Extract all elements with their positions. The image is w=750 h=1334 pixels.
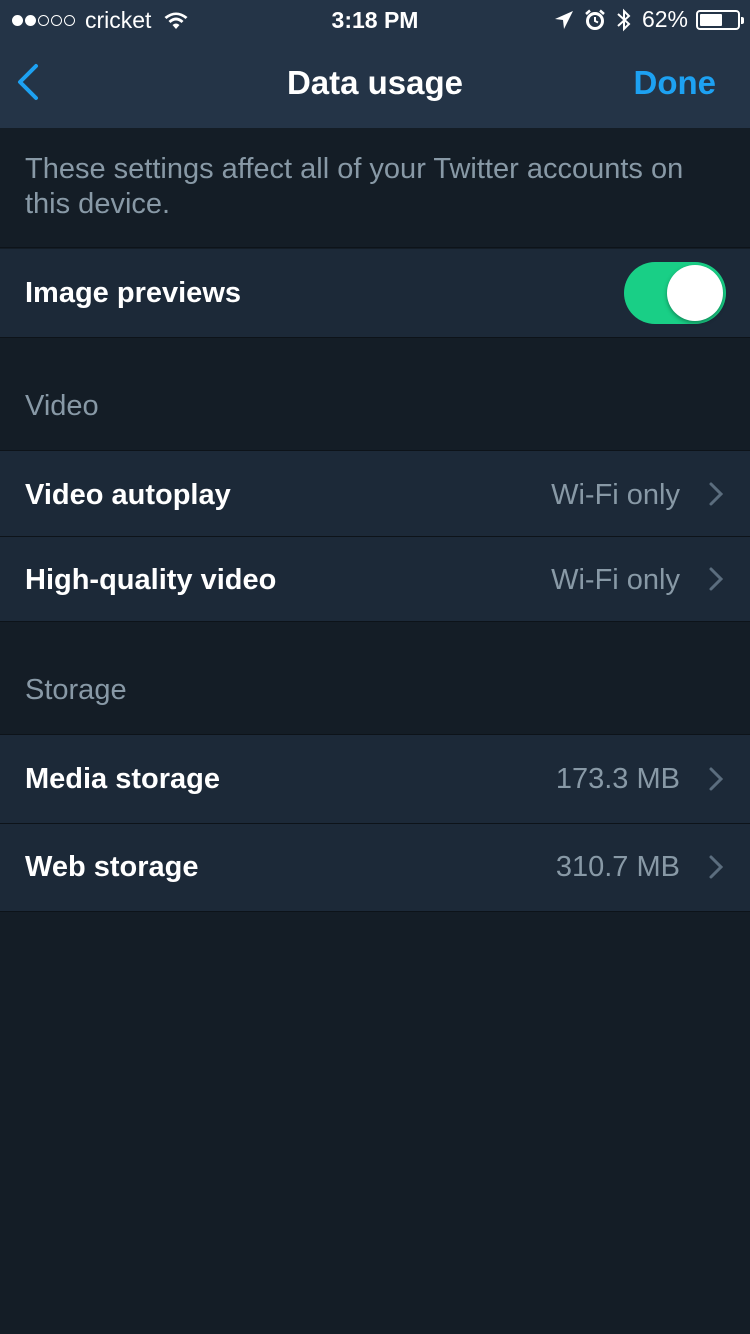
data-usage-screen: cricket 3:18 PM 62% Data usage Done Thes… <box>0 0 750 1334</box>
web-storage-label: Web storage <box>25 851 199 883</box>
chevron-right-icon <box>709 767 724 791</box>
media-storage-row[interactable]: Media storage 173.3 MB <box>0 735 750 824</box>
alarm-clock-icon <box>585 9 605 30</box>
video-autoplay-row[interactable]: Video autoplay Wi-Fi only <box>0 451 750 537</box>
settings-info-text: These settings affect all of your Twitte… <box>0 128 750 248</box>
video-autoplay-value: Wi-Fi only <box>551 479 680 511</box>
web-storage-value: 310.7 MB <box>555 851 680 883</box>
section-header-storage: Storage <box>25 674 127 706</box>
image-previews-label: Image previews <box>25 277 241 309</box>
bluetooth-icon <box>617 8 631 31</box>
chevron-right-icon <box>709 567 724 591</box>
high-quality-video-row[interactable]: High-quality video Wi-Fi only <box>0 537 750 622</box>
image-previews-toggle[interactable] <box>624 262 726 324</box>
video-autoplay-label: Video autoplay <box>25 479 231 511</box>
top-bar: cricket 3:18 PM 62% Data usage Done <box>0 0 750 128</box>
chevron-right-icon <box>709 482 724 506</box>
high-quality-video-label: High-quality video <box>25 564 277 596</box>
image-previews-row[interactable]: Image previews <box>0 249 750 338</box>
toggle-knob <box>667 265 723 321</box>
status-bar: cricket 3:18 PM 62% <box>0 0 750 40</box>
location-arrow-icon <box>554 10 573 29</box>
done-button[interactable]: Done <box>634 64 717 102</box>
chevron-right-icon <box>709 855 724 879</box>
battery-percent: 62% <box>641 6 688 32</box>
media-storage-value: 173.3 MB <box>555 763 680 795</box>
media-storage-label: Media storage <box>25 763 220 795</box>
web-storage-row[interactable]: Web storage 310.7 MB <box>0 824 750 912</box>
high-quality-video-value: Wi-Fi only <box>551 564 680 596</box>
section-header-video: Video <box>25 390 99 422</box>
battery-icon <box>696 9 744 30</box>
navigation-bar: Data usage Done <box>0 40 750 128</box>
